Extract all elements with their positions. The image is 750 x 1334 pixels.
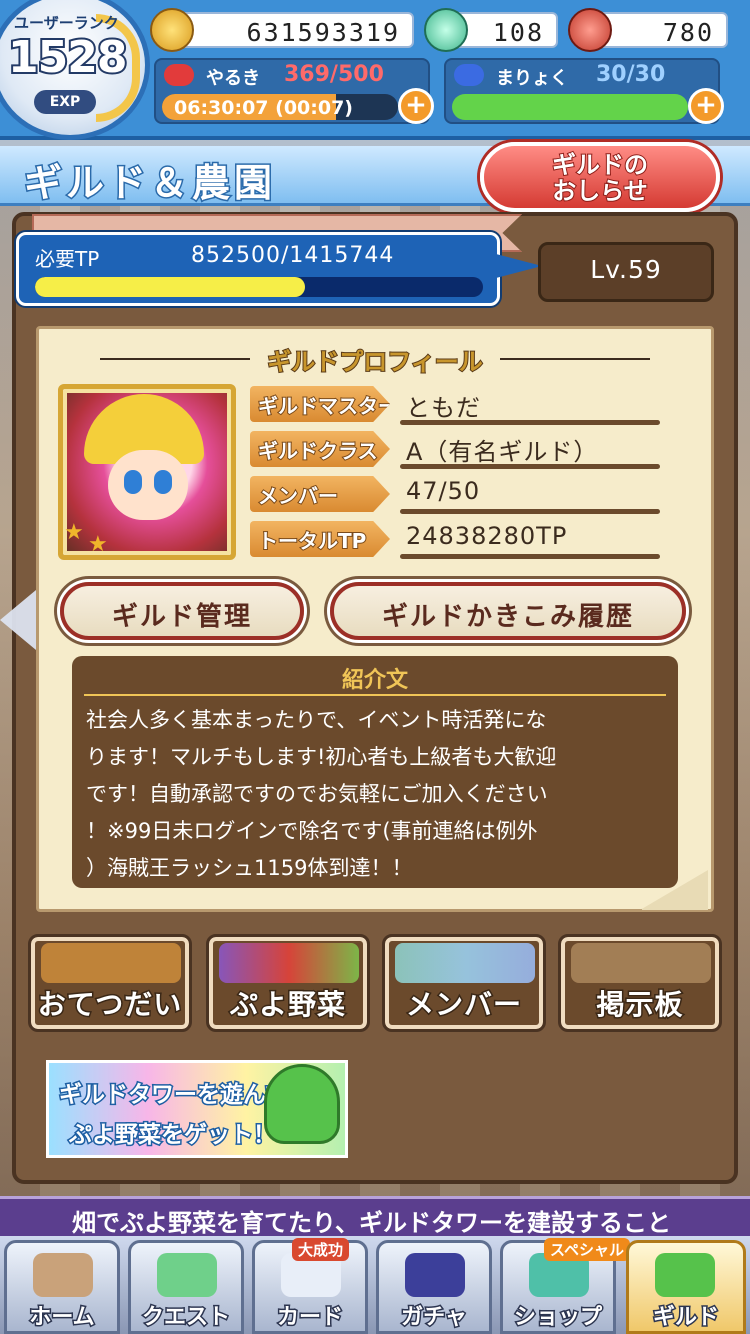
banner-line2: ぷよ野菜をゲット！	[68, 1121, 278, 1150]
nav-label: ガチャ	[400, 1304, 469, 1332]
guild-manage-label: ギルド管理	[111, 602, 252, 632]
vegetables-icon	[219, 943, 359, 983]
guild-post-history-button[interactable]: ギルドかきこみ履歴	[330, 582, 686, 640]
rank-label: ユーザーランク	[14, 14, 119, 32]
guild-level: Lv.59	[590, 255, 662, 284]
profile-heading: ギルドプロフィール	[100, 340, 650, 377]
mana-label: まりょく	[496, 68, 568, 89]
mana-bar	[452, 94, 688, 120]
tp-label: 必要TP	[35, 247, 100, 271]
red-puyo-icon	[164, 64, 194, 86]
guild-news-label: ギルドの おしらせ	[551, 151, 649, 205]
guild-class-value: A（有名ギルド）	[406, 438, 599, 466]
menu-label: ぷよ野菜	[228, 987, 346, 1023]
mana-panel: まりょく 30/30	[444, 58, 720, 124]
intro-text: 社会人多く基本まったりで、イベント時活発にな ります！マルチもします!初心者も上…	[86, 708, 557, 880]
nav-label: ギルド	[651, 1304, 720, 1332]
intro-divider	[84, 694, 666, 696]
coin-icon	[150, 8, 194, 52]
tag-label: トータルTP	[257, 528, 367, 554]
stamina-panel: やるき 369/500 06:30:07 (00:07)	[154, 58, 430, 124]
underline	[400, 464, 660, 469]
guild-news-button[interactable]: ギルドの おしらせ	[480, 142, 720, 212]
mana-value: 30/30	[596, 62, 666, 87]
tp-bar-fill	[35, 277, 305, 297]
profile-heading-text: ギルドプロフィール	[266, 347, 484, 377]
quest-icon	[157, 1253, 217, 1297]
nav-gacha[interactable]: ガチャ	[376, 1240, 492, 1334]
avatar-face	[108, 450, 188, 520]
nav-home[interactable]: ホーム	[4, 1240, 120, 1334]
nav-quest[interactable]: クエスト	[128, 1240, 244, 1334]
coin-value: 631593319	[246, 18, 400, 47]
avatar-eye	[154, 470, 172, 494]
stamina-value: 369/500	[284, 62, 384, 87]
tag-label: メンバー	[257, 483, 339, 509]
members-value: 47/50	[406, 477, 481, 505]
menu-bulletin-board-button[interactable]: 掲示板	[558, 934, 722, 1032]
nav-label: カード	[275, 1304, 344, 1332]
tp-bar	[35, 277, 483, 297]
guild-post-history-label: ギルドかきこみ履歴	[381, 602, 634, 632]
home-icon	[33, 1253, 93, 1297]
members-icon	[395, 943, 535, 983]
menu-vegetables-button[interactable]: ぷよ野菜	[206, 934, 370, 1032]
intro-box: 紹介文 社会人多く基本まったりで、イベント時活発にな ります！マルチもします!初…	[72, 656, 678, 888]
underline	[400, 420, 660, 425]
guild-level-badge: Lv.59	[538, 242, 714, 302]
menu-label: 掲示板	[595, 987, 684, 1023]
gem-icon	[424, 8, 468, 52]
tag-label: ギルドマスター	[257, 393, 398, 419]
page-title: ギルド＆農園	[22, 160, 277, 207]
intro-heading: 紹介文	[341, 668, 408, 693]
nav-label: ホーム	[28, 1304, 96, 1332]
menu-label: おてつだい	[36, 987, 183, 1023]
gem-value: 108	[492, 18, 544, 47]
nav-label: クエスト	[140, 1304, 231, 1332]
underline	[400, 554, 660, 559]
nav-guild[interactable]: ギルド	[626, 1240, 746, 1334]
shop-badge: スペシャル	[544, 1238, 630, 1261]
guild-manage-button[interactable]: ギルド管理	[60, 582, 304, 640]
mana-plus-button[interactable]: +	[688, 88, 724, 124]
stamina-label: やるき	[206, 68, 260, 89]
star-icon: ★	[88, 532, 108, 557]
meat-value: 780	[662, 18, 714, 47]
tag-members: メンバー	[250, 476, 390, 512]
total-tp-value: 24838280TP	[406, 522, 568, 550]
avatar-eye	[124, 470, 142, 494]
tag-guild-class: ギルドクラス	[250, 431, 390, 467]
coin-counter: 631593319	[164, 12, 414, 48]
tp-value: 852500/1415744	[191, 243, 395, 268]
tag-total-tp: トータルTP	[250, 521, 390, 557]
card-badge: 大成功	[292, 1238, 350, 1261]
blue-puyo-icon	[454, 64, 484, 86]
mana-bar-fill	[452, 94, 688, 120]
watering-can-icon	[41, 943, 181, 983]
ticker-text: 畑でぷよ野菜を育てたり、ギルドタワーを建設すること	[72, 1209, 672, 1237]
stamina-timer: 06:30:07 (00:07)	[174, 97, 353, 119]
guild-icon	[655, 1253, 715, 1297]
menu-help-button[interactable]: おてつだい	[28, 934, 192, 1032]
underline	[400, 509, 660, 514]
menu-label: メンバー	[404, 987, 522, 1023]
stamina-plus-button[interactable]: +	[398, 88, 434, 124]
bulletin-board-icon	[571, 943, 711, 983]
tag-label: ギルドクラス	[257, 438, 379, 464]
star-icon: ★	[64, 520, 84, 545]
guild-master-value: ともだ	[406, 394, 481, 422]
menu-members-button[interactable]: メンバー	[382, 934, 546, 1032]
info-ticker: 畑でぷよ野菜を育てたり、ギルドタワーを建設すること	[0, 1196, 750, 1237]
meat-icon	[568, 8, 612, 52]
tag-guild-master: ギルドマスター	[250, 386, 390, 422]
green-puyo-icon	[264, 1064, 340, 1144]
gacha-icon	[405, 1253, 465, 1297]
tp-panel: 必要TP 852500/1415744	[16, 232, 500, 306]
rank-number: 1528	[6, 30, 129, 85]
banner-line1: ギルドタワーを遊んで	[58, 1081, 290, 1110]
nav-label: ショップ	[512, 1304, 603, 1332]
exp-label: EXP	[34, 90, 96, 114]
